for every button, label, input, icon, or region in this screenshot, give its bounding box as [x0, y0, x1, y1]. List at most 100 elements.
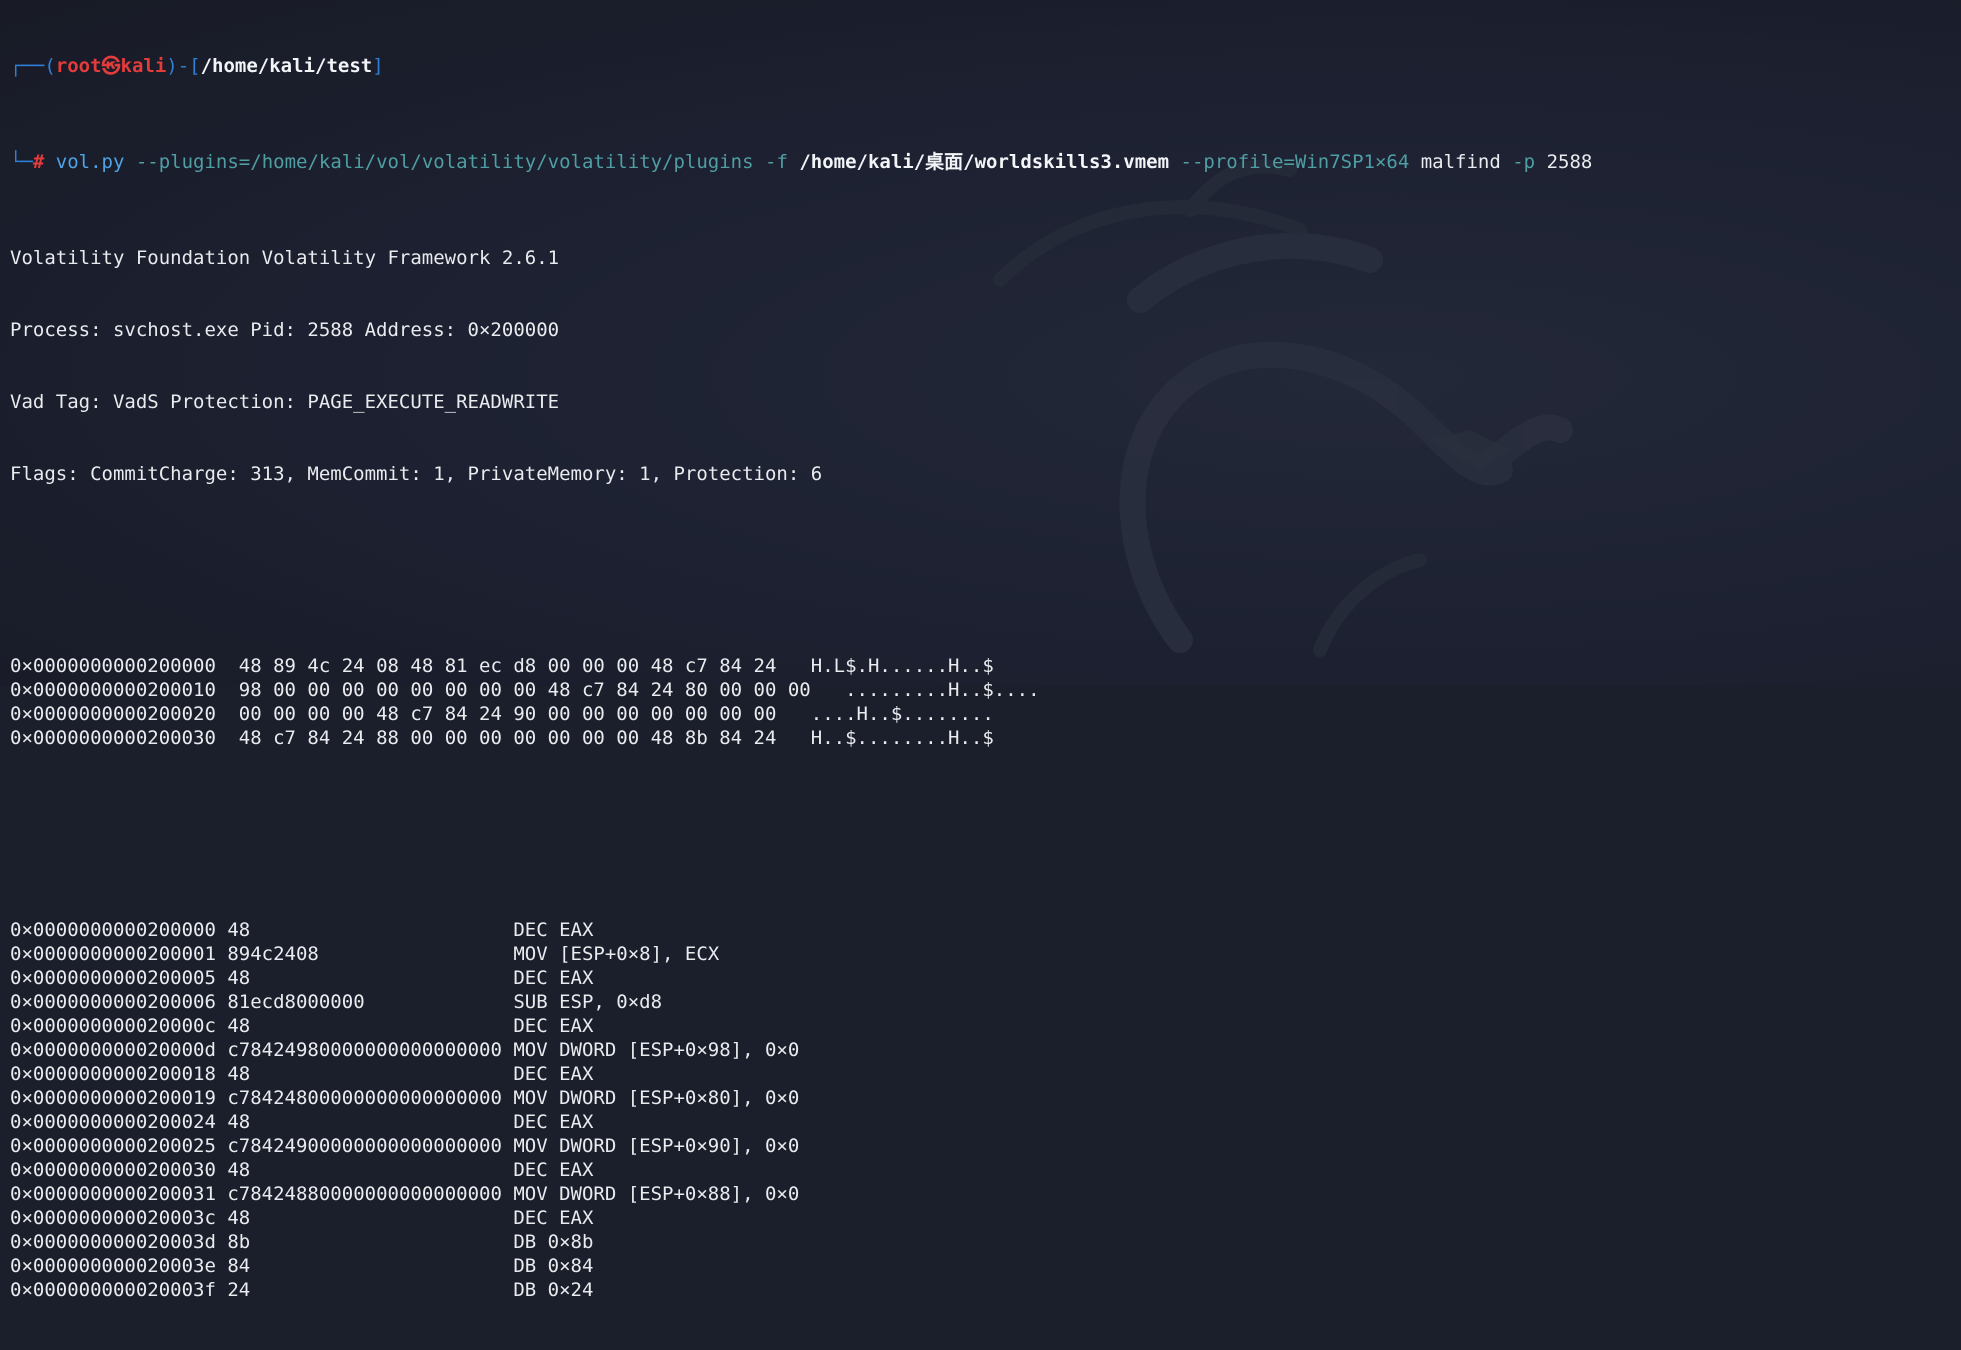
disasm-opcode: 894c2408 [227, 943, 319, 965]
disasm-opcode: c78424880000000000000000 [227, 1183, 502, 1205]
disasm-address: 0×0000000000200001 [10, 943, 216, 965]
disasm-instruction: MOV [ESP+0×8], ECX [513, 943, 720, 965]
disassembly-block: 0×0000000000200000 48 DEC EAX 0×0000000000… [10, 918, 1592, 1302]
disassembly-row: 0×0000000000200024 48 DEC EAX [10, 1110, 1592, 1134]
disasm-address: 0×0000000000200024 [10, 1111, 216, 1133]
command-pid-flag: -p [1500, 151, 1536, 173]
disasm-instruction: DEC EAX [513, 1015, 594, 1037]
disassembly-row: 0×000000000020003c 48 DEC EAX [10, 1206, 1592, 1230]
terminal-output: ┌──(root㉿kali)-[/home/kali/test] └─# vol… [10, 6, 1592, 1350]
hex-ascii: ....H..$........ [810, 703, 994, 725]
prompt-user: root㉿kali [55, 55, 167, 77]
hex-ascii: .........H..$.... [845, 679, 1040, 701]
disasm-opcode: c78424980000000000000000 [227, 1039, 502, 1061]
disasm-address: 0×0000000000200018 [10, 1063, 216, 1085]
disasm-opcode: 48 [227, 1159, 251, 1181]
disasm-opcode: 48 [227, 1207, 251, 1229]
disassembly-row: 0×000000000020000d c78424980000000000000… [10, 1038, 1592, 1062]
command-profile-flag: --profile=Win7SP1×64 [1169, 151, 1410, 173]
hex-bytes: 00 00 00 00 48 c7 84 24 90 00 00 00 00 0… [238, 703, 777, 725]
disasm-instruction: DB 0×24 [513, 1279, 594, 1301]
disasm-address: 0×000000000020003e [10, 1255, 216, 1277]
disasm-address: 0×000000000020003d [10, 1231, 216, 1253]
prompt-frame: ┌──( [10, 55, 56, 77]
prompt-hash: # [32, 151, 56, 173]
disassembly-row: 0×0000000000200031 c78424880000000000000… [10, 1182, 1592, 1206]
disasm-instruction: DEC EAX [513, 967, 594, 989]
disasm-opcode: 24 [227, 1279, 251, 1301]
disassembly-row: 0×0000000000200025 c78424900000000000000… [10, 1134, 1592, 1158]
output-framework-line: Volatility Foundation Volatility Framewo… [10, 247, 560, 269]
disasm-instruction: MOV DWORD [ESP+0×90], 0×0 [513, 1135, 800, 1157]
disasm-instruction: DEC EAX [513, 1207, 594, 1229]
disasm-opcode: 48 [227, 1015, 251, 1037]
prompt-frame: └─ [10, 151, 33, 173]
disassembly-row: 0×000000000020003e 84 DB 0×84 [10, 1254, 1592, 1278]
hex-bytes: 48 c7 84 24 88 00 00 00 00 00 00 00 48 8… [238, 727, 777, 749]
disasm-instruction: MOV DWORD [ESP+0×98], 0×0 [513, 1039, 800, 1061]
hex-address: 0×0000000000200010 [10, 679, 216, 701]
prompt-path: /home/kali/test [200, 55, 373, 77]
output-vad-line: Vad Tag: VadS Protection: PAGE_EXECUTE_R… [10, 391, 560, 413]
disasm-address: 0×0000000000200031 [10, 1183, 216, 1205]
disasm-instruction: DEC EAX [513, 1159, 594, 1181]
hex-bytes: 98 00 00 00 00 00 00 00 00 48 c7 84 24 8… [238, 679, 811, 701]
command-program: vol.py [55, 151, 125, 173]
hex-address: 0×0000000000200030 [10, 727, 216, 749]
command-pid: 2588 [1535, 151, 1593, 173]
disasm-address: 0×000000000020003f [10, 1279, 216, 1301]
terminal-window[interactable]: ┌──(root㉿kali)-[/home/kali/test] └─# vol… [0, 0, 1961, 1301]
command-line[interactable]: └─# vol.py --plugins=/home/kali/vol/vola… [10, 150, 1592, 174]
command-plugins-flag: --plugins=/home/kali/vol/volatility/vola… [124, 151, 800, 173]
disasm-instruction: DEC EAX [513, 1111, 594, 1133]
disasm-address: 0×0000000000200005 [10, 967, 216, 989]
disasm-opcode: c78424900000000000000000 [227, 1135, 502, 1157]
disasm-address: 0×0000000000200025 [10, 1135, 216, 1157]
disasm-instruction: MOV DWORD [ESP+0×88], 0×0 [513, 1183, 800, 1205]
disasm-address: 0×0000000000200000 [10, 919, 216, 941]
hexdump-row: 0×0000000000200000 48 89 4c 24 08 48 81 … [10, 654, 1592, 678]
disassembly-row: 0×0000000000200005 48 DEC EAX [10, 966, 1592, 990]
disasm-opcode: 48 [227, 1063, 251, 1085]
prompt-line-top: ┌──(root㉿kali)-[/home/kali/test] [10, 54, 1592, 78]
command-plugin: malfind [1409, 151, 1501, 173]
disasm-address: 0×000000000020003c [10, 1207, 216, 1229]
hex-bytes: 48 89 4c 24 08 48 81 ec d8 00 00 00 48 c… [238, 655, 777, 677]
disassembly-row: 0×0000000000200019 c78424800000000000000… [10, 1086, 1592, 1110]
disasm-instruction: SUB ESP, 0×d8 [513, 991, 663, 1013]
prompt-frame: )-[ [166, 55, 201, 77]
disasm-opcode: 48 [227, 967, 251, 989]
disasm-address: 0×0000000000200019 [10, 1087, 216, 1109]
command-file-path: /home/kali/桌面/worldskills3.vmem [799, 151, 1170, 173]
disasm-instruction: DEC EAX [513, 919, 594, 941]
disasm-address: 0×0000000000200030 [10, 1159, 216, 1181]
disassembly-row: 0×000000000020000c 48 DEC EAX [10, 1014, 1592, 1038]
disasm-opcode: 81ecd8000000 [227, 991, 365, 1013]
output-process-line: Process: svchost.exe Pid: 2588 Address: … [10, 319, 560, 341]
disasm-opcode: c78424800000000000000000 [227, 1087, 502, 1109]
hex-ascii: H.L$.H......H..$ [810, 655, 994, 677]
disassembly-row: 0×0000000000200030 48 DEC EAX [10, 1158, 1592, 1182]
output-flags-line: Flags: CommitCharge: 313, MemCommit: 1, … [10, 463, 823, 485]
hex-address: 0×0000000000200020 [10, 703, 216, 725]
disassembly-row: 0×0000000000200000 48 DEC EAX [10, 918, 1592, 942]
disasm-opcode: 8b [227, 1231, 251, 1253]
hexdump-row: 0×0000000000200030 48 c7 84 24 88 00 00 … [10, 726, 1592, 750]
disassembly-row: 0×000000000020003d 8b DB 0×8b [10, 1230, 1592, 1254]
disassembly-row: 0×000000000020003f 24 DB 0×24 [10, 1278, 1592, 1302]
disasm-opcode: 48 [227, 1111, 251, 1133]
disasm-instruction: DB 0×84 [513, 1255, 594, 1277]
hexdump-row: 0×0000000000200020 00 00 00 00 48 c7 84 … [10, 702, 1592, 726]
disasm-address: 0×0000000000200006 [10, 991, 216, 1013]
disasm-address: 0×000000000020000d [10, 1039, 216, 1061]
disasm-instruction: DEC EAX [513, 1063, 594, 1085]
hex-address: 0×0000000000200000 [10, 655, 216, 677]
disassembly-row: 0×0000000000200018 48 DEC EAX [10, 1062, 1592, 1086]
disasm-opcode: 48 [227, 919, 251, 941]
disasm-opcode: 84 [227, 1255, 251, 1277]
hexdump-row: 0×0000000000200010 98 00 00 00 00 00 00 … [10, 678, 1592, 702]
disasm-instruction: MOV DWORD [ESP+0×80], 0×0 [513, 1087, 800, 1109]
disasm-instruction: DB 0×8b [513, 1231, 594, 1253]
